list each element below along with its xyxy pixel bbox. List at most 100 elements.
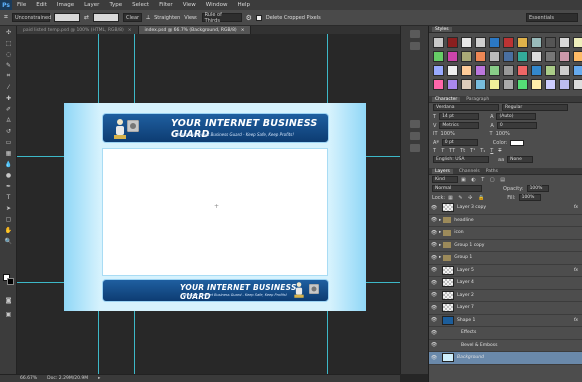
eye-icon[interactable]: 👁: [429, 342, 439, 348]
style-swatch[interactable]: [573, 79, 582, 90]
pen-tool-icon[interactable]: ✒: [2, 181, 15, 191]
path-select-tool-icon[interactable]: ➤: [2, 203, 15, 213]
style-swatch[interactable]: [461, 37, 472, 48]
style-swatch[interactable]: [559, 37, 570, 48]
font-family-select[interactable]: Verdana: [433, 104, 499, 111]
style-swatch[interactable]: [531, 37, 542, 48]
gear-icon[interactable]: ⚙: [246, 14, 252, 22]
eye-icon[interactable]: 👁: [429, 280, 439, 286]
style-swatch[interactable]: [461, 79, 472, 90]
gradient-tool-icon[interactable]: ▦: [2, 148, 15, 158]
style-swatch[interactable]: [475, 51, 486, 62]
opacity-field[interactable]: 100%: [526, 185, 549, 192]
fx-icon[interactable]: fx: [574, 268, 578, 273]
stamp-tool-icon[interactable]: ♙: [2, 115, 15, 125]
fx-icon[interactable]: fx: [574, 205, 578, 210]
style-swatch[interactable]: [447, 65, 458, 76]
style-swatch[interactable]: [545, 79, 556, 90]
layer-row[interactable]: 👁 ▸ Group 1: [429, 252, 582, 265]
eye-icon[interactable]: 👁: [429, 330, 439, 336]
style-swatch[interactable]: [447, 51, 458, 62]
delete-cropped-checkbox[interactable]: [255, 14, 262, 21]
clear-button[interactable]: Clear: [122, 13, 143, 22]
menu-select[interactable]: Select: [127, 2, 154, 8]
style-swatch[interactable]: [545, 37, 556, 48]
style-swatch[interactable]: [559, 65, 570, 76]
layer-row[interactable]: 👁 ▸ Group 1 copy: [429, 240, 582, 252]
font-size-field[interactable]: 14 pt: [439, 113, 480, 120]
layer-row[interactable]: 👁 Background: [429, 352, 582, 365]
eye-icon[interactable]: 👁: [429, 267, 439, 273]
style-swatch[interactable]: [433, 51, 444, 62]
style-swatch[interactable]: [545, 65, 556, 76]
eye-icon[interactable]: 👁: [429, 217, 439, 223]
expand-arrow-icon[interactable]: ▸: [439, 218, 441, 223]
lasso-tool-icon[interactable]: ◌: [2, 49, 15, 59]
style-swatch[interactable]: [447, 37, 458, 48]
ratio-select[interactable]: Unconstrained: [11, 13, 51, 22]
style-swatch[interactable]: [475, 65, 486, 76]
arrow-right-icon[interactable]: ▸: [98, 376, 100, 381]
zoom-tool-icon[interactable]: 🔍: [2, 236, 15, 246]
style-swatch[interactable]: [517, 37, 528, 48]
hand-tool-icon[interactable]: ✋: [2, 225, 15, 235]
crop-tool-icon[interactable]: ⌗: [2, 71, 15, 81]
style-swatch[interactable]: [433, 79, 444, 90]
tab-layers[interactable]: Layers: [432, 168, 453, 174]
lock-icons[interactable]: ▦ ✎ ✣ 🔒: [448, 195, 486, 201]
style-swatch[interactable]: [489, 37, 500, 48]
eyedropper-tool-icon[interactable]: ⁄: [2, 82, 15, 92]
menu-file[interactable]: File: [12, 2, 31, 8]
menu-view[interactable]: View: [178, 2, 201, 8]
view-select[interactable]: Rule of Thirds: [201, 12, 242, 24]
eye-icon[interactable]: 👁: [429, 317, 439, 323]
paragraph-icon[interactable]: [410, 132, 420, 140]
quick-mask-icon[interactable]: ◙: [2, 295, 15, 305]
menu-edit[interactable]: Edit: [31, 2, 52, 8]
dodge-tool-icon[interactable]: ●: [2, 170, 15, 180]
horizontal-scale-value[interactable]: 100%: [496, 131, 510, 137]
style-swatch[interactable]: [573, 65, 582, 76]
eye-icon[interactable]: 👁: [429, 355, 439, 361]
tracking-field[interactable]: 0: [496, 122, 537, 129]
healing-tool-icon[interactable]: ✚: [2, 93, 15, 103]
antialias-select[interactable]: None: [507, 156, 534, 163]
menu-type[interactable]: Type: [104, 2, 127, 8]
expand-arrow-icon[interactable]: ▸: [439, 243, 441, 248]
style-swatch[interactable]: [531, 79, 542, 90]
style-swatch[interactable]: [503, 65, 514, 76]
style-swatch[interactable]: [461, 51, 472, 62]
layer-row[interactable]: 👁 ▸ headline: [429, 215, 582, 227]
workspace-select[interactable]: Essentials: [526, 13, 578, 22]
brush-icon[interactable]: [410, 144, 420, 152]
info-icon[interactable]: [410, 42, 420, 50]
vertical-scale-value[interactable]: 100%: [441, 131, 481, 137]
document-canvas[interactable]: YOUR INTERNET BUSINESS GUARD Ultimate In…: [64, 103, 366, 311]
width-field[interactable]: [53, 13, 80, 22]
history-icon[interactable]: [410, 30, 420, 38]
underline-icon[interactable]: T: [490, 148, 493, 154]
close-icon[interactable]: ×: [128, 28, 132, 33]
fx-icon[interactable]: fx: [574, 318, 578, 323]
menu-image[interactable]: Image: [52, 2, 79, 8]
screen-mode-icon[interactable]: ▣: [2, 309, 15, 319]
layer-row[interactable]: 👁 Effects: [429, 327, 582, 340]
baseline-field[interactable]: 0 pt: [441, 139, 478, 146]
all-caps-icon[interactable]: TT: [449, 148, 455, 154]
brush-tool-icon[interactable]: ✐: [2, 104, 15, 114]
tab-channels[interactable]: Channels: [459, 169, 480, 174]
style-swatch[interactable]: [573, 37, 582, 48]
eye-icon[interactable]: 👁: [429, 292, 439, 298]
expand-arrow-icon[interactable]: ▸: [439, 255, 441, 260]
move-tool-icon[interactable]: ✣: [2, 27, 15, 37]
layer-row[interactable]: 👁 Layer 5 fx: [429, 265, 582, 277]
style-swatch[interactable]: [503, 51, 514, 62]
style-swatch[interactable]: [517, 51, 528, 62]
layer-row[interactable]: 👁 Layer 7: [429, 302, 582, 315]
style-swatch[interactable]: [503, 37, 514, 48]
eye-icon[interactable]: 👁: [429, 230, 439, 236]
leading-field[interactable]: (Auto): [496, 113, 537, 120]
kerning-field[interactable]: Metrics: [439, 122, 480, 129]
eye-icon[interactable]: 👁: [429, 205, 439, 211]
straighten-icon[interactable]: ⟂: [146, 14, 150, 22]
